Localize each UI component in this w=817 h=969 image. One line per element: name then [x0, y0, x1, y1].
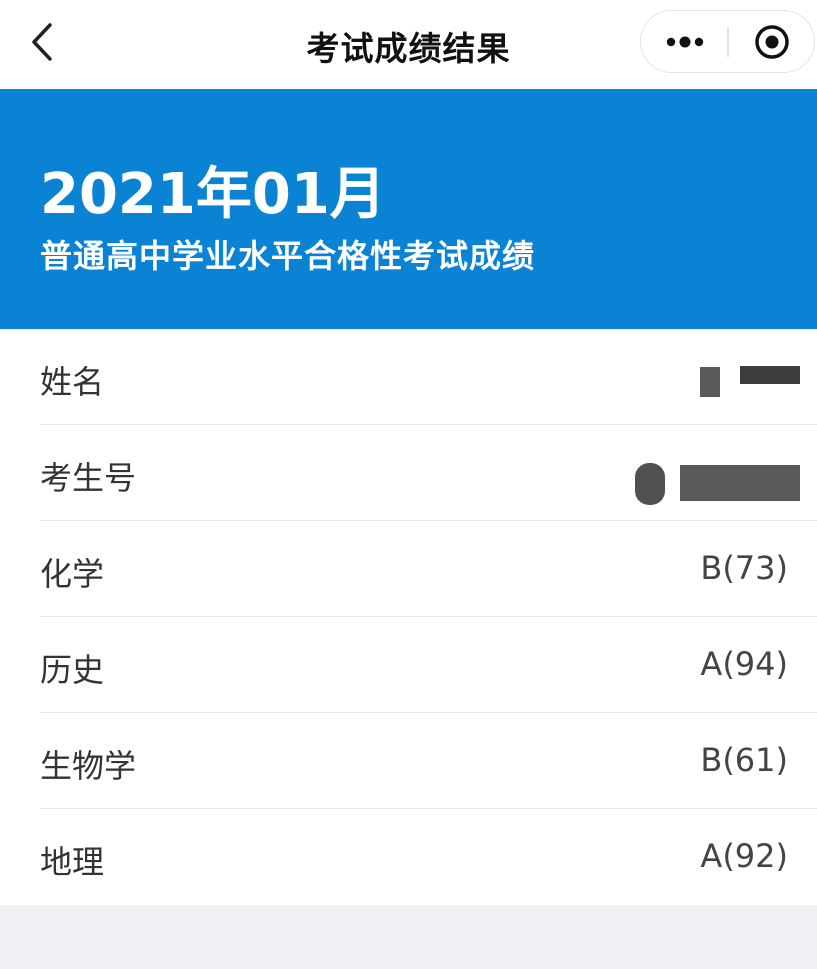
mini-program-capsule — [640, 10, 815, 73]
row-label: 考生号 — [40, 459, 137, 497]
result-row-name: 姓名 — [40, 329, 817, 425]
result-row-history: 历史 A(94) — [40, 617, 817, 713]
more-button[interactable] — [641, 11, 728, 72]
redaction-mask — [635, 463, 665, 505]
row-label: 历史 — [40, 651, 105, 689]
header-banner: 2021年01月 普通高中学业水平合格性考试成绩 — [0, 89, 817, 329]
result-row-exam-number: 考生号 — [40, 425, 817, 521]
redaction-mask — [680, 465, 800, 501]
row-value: B(73) — [700, 549, 788, 587]
exam-date: 2021年01月 — [40, 162, 386, 227]
result-row-geography: 地理 A(92) — [40, 809, 817, 905]
row-label: 姓名 — [40, 363, 105, 401]
navigation-bar: 考试成绩结果 — [0, 0, 817, 89]
row-value: B(61) — [700, 741, 788, 779]
result-row-chemistry: 化学 B(73) — [40, 521, 817, 617]
row-label: 地理 — [40, 843, 105, 881]
more-dots-icon — [666, 36, 703, 47]
close-button[interactable] — [729, 11, 814, 72]
redaction-mask — [740, 366, 800, 384]
row-label: 化学 — [40, 555, 105, 593]
row-value: A(92) — [700, 837, 788, 875]
row-label: 生物学 — [40, 747, 137, 785]
row-value: A(94) — [700, 645, 788, 683]
target-circle-icon — [754, 24, 789, 59]
result-row-biology: 生物学 B(61) — [40, 713, 817, 809]
results-list: 姓名 考生号 化学 B(73) 历史 A(94) 生物学 B(61) 地理 A(… — [0, 329, 817, 905]
exam-subtitle: 普通高中学业水平合格性考试成绩 — [40, 237, 536, 275]
redaction-mask — [700, 367, 720, 397]
